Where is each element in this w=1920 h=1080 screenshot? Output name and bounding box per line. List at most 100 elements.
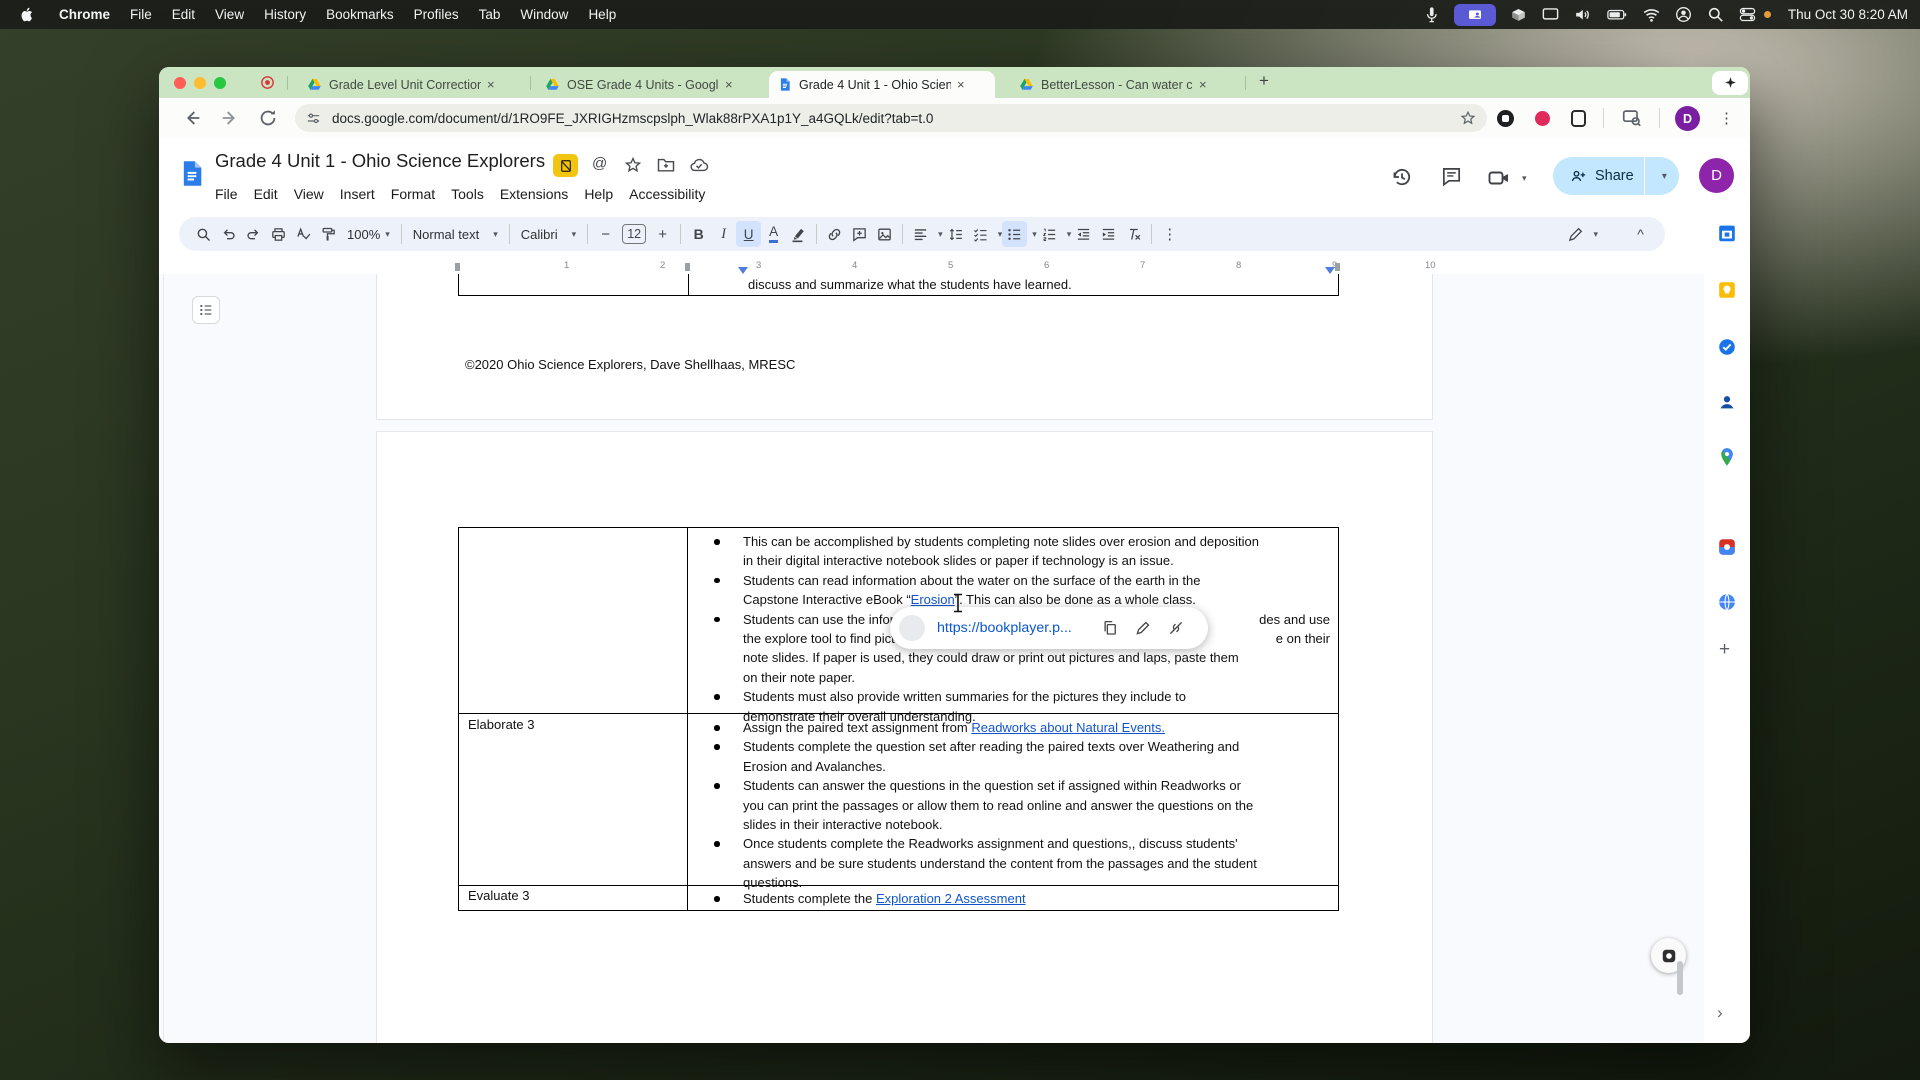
- line-spacing-button[interactable]: [943, 221, 968, 247]
- undo-button[interactable]: [216, 221, 241, 247]
- browser-profile-avatar[interactable]: D: [1675, 106, 1700, 131]
- document-page-2[interactable]: This can be accomplished by students com…: [376, 431, 1433, 1043]
- close-tab-icon[interactable]: ×: [725, 78, 733, 91]
- menubar-app-name[interactable]: Chrome: [49, 7, 120, 22]
- highlight-color-button[interactable]: [786, 221, 811, 247]
- control-center-icon[interactable]: [1738, 5, 1757, 24]
- bold-button[interactable]: B: [686, 221, 711, 247]
- apple-menu-icon[interactable]: [20, 6, 35, 23]
- get-addons-button[interactable]: +: [1719, 639, 1730, 661]
- tab-grade-level-unit-corrections[interactable]: Grade Level Unit Corrections ×: [298, 71, 518, 98]
- menubar-item-window[interactable]: Window: [510, 7, 578, 22]
- wifi-icon[interactable]: [1642, 5, 1661, 24]
- menu-bar-clock[interactable]: Thu Oct 30 8:20 AM: [1788, 7, 1908, 22]
- extension-red-icon[interactable]: [1535, 111, 1550, 126]
- menubar-item-edit[interactable]: Edit: [162, 7, 205, 22]
- underline-button[interactable]: U: [736, 221, 761, 247]
- meet-video-icon[interactable]: [1487, 166, 1511, 190]
- menubar-item-profiles[interactable]: Profiles: [404, 7, 469, 22]
- erosion-link[interactable]: Erosion: [911, 592, 955, 607]
- docs-menu-view[interactable]: View: [286, 184, 332, 204]
- hide-side-panel-chevron-icon[interactable]: ›: [1717, 1003, 1723, 1023]
- star-document-icon[interactable]: [623, 155, 643, 175]
- globe-addon-icon[interactable]: [1716, 591, 1738, 613]
- screen-sharing-indicator-icon[interactable]: [1454, 4, 1496, 26]
- table-column-marker[interactable]: [455, 263, 460, 271]
- spelling-check-button[interactable]: [291, 221, 316, 247]
- share-button[interactable]: Share ▾: [1553, 157, 1679, 195]
- site-settings-icon[interactable]: [305, 110, 322, 127]
- link-popup-url[interactable]: https://bookplayer.p...: [937, 620, 1072, 636]
- menubar-item-view[interactable]: View: [205, 7, 254, 22]
- decrease-font-size-button[interactable]: −: [593, 221, 618, 247]
- increase-indent-button[interactable]: [1096, 221, 1121, 247]
- table-quick-actions-button[interactable]: [192, 296, 220, 324]
- menubar-item-bookmarks[interactable]: Bookmarks: [316, 7, 404, 22]
- browser-menu-button[interactable]: ⋮: [1719, 109, 1734, 127]
- tab-organizer-button[interactable]: [1712, 71, 1748, 95]
- meet-caret-icon[interactable]: ▾: [1522, 173, 1527, 184]
- table-column-marker[interactable]: [685, 263, 690, 271]
- keep-icon[interactable]: [1716, 279, 1738, 301]
- docs-menu-help[interactable]: Help: [576, 184, 621, 204]
- url-text[interactable]: docs.google.com/document/d/1RO9FE_JXRIGH…: [332, 111, 1459, 126]
- user-account-icon[interactable]: [1674, 5, 1693, 24]
- docs-menu-file[interactable]: File: [207, 184, 246, 204]
- decrease-indent-button[interactable]: [1071, 221, 1096, 247]
- docs-menu-insert[interactable]: Insert: [332, 184, 383, 204]
- extension-square-icon[interactable]: [1571, 110, 1586, 127]
- comments-icon[interactable]: [1440, 165, 1463, 188]
- document-scrollbar[interactable]: [1677, 961, 1683, 995]
- text-color-button[interactable]: A: [761, 221, 786, 247]
- document-page-1[interactable]: discuss and summarize what the students …: [376, 274, 1433, 420]
- microphone-icon[interactable]: [1422, 5, 1441, 24]
- extension-dark-icon[interactable]: [1497, 110, 1514, 127]
- font-size-field[interactable]: 12: [622, 224, 646, 244]
- left-indent-marker[interactable]: [738, 267, 748, 274]
- tab-grade-4-unit-1-active[interactable]: Grade 4 Unit 1 - Ohio Science ×: [769, 71, 995, 98]
- calendar-icon[interactable]: [1716, 222, 1738, 244]
- copy-link-icon[interactable]: [1101, 619, 1119, 637]
- maps-icon[interactable]: [1716, 446, 1738, 468]
- display-icon[interactable]: [1541, 5, 1560, 24]
- close-window-button[interactable]: [174, 77, 186, 89]
- editing-mode-caret-icon[interactable]: ▾: [1593, 229, 1598, 240]
- bulleted-list-button[interactable]: [1002, 221, 1027, 247]
- editing-mode-button[interactable]: [1563, 221, 1588, 247]
- horizontal-ruler[interactable]: 1 2 3 4 5 6 7 8 9 10: [159, 258, 1704, 274]
- document-title[interactable]: Grade 4 Unit 1 - Ohio Science Explorers: [215, 150, 545, 172]
- zoom-select[interactable]: 100% ▾: [341, 227, 396, 242]
- docs-menu-format[interactable]: Format: [383, 184, 443, 204]
- spotlight-search-icon[interactable]: [1706, 5, 1725, 24]
- reload-button[interactable]: [257, 107, 279, 129]
- toolbar-search-icon[interactable]: [191, 221, 216, 247]
- document-canvas[interactable]: discuss and summarize what the students …: [159, 274, 1704, 1043]
- forward-button[interactable]: [219, 107, 241, 129]
- menubar-item-help[interactable]: Help: [578, 7, 626, 22]
- minimize-window-button[interactable]: [194, 77, 206, 89]
- redo-button[interactable]: [241, 221, 266, 247]
- close-tab-icon[interactable]: ×: [1199, 78, 1207, 91]
- close-tab-icon[interactable]: ×: [957, 78, 965, 91]
- move-to-folder-icon[interactable]: [656, 155, 676, 175]
- edit-link-icon[interactable]: [1134, 619, 1152, 637]
- align-button[interactable]: [908, 221, 933, 247]
- extension-badge-icon[interactable]: [553, 154, 578, 177]
- collapse-toolbar-button[interactable]: ^: [1628, 221, 1653, 247]
- menubar-item-history[interactable]: History: [254, 7, 316, 22]
- address-bar[interactable]: docs.google.com/document/d/1RO9FE_JXRIGH…: [295, 104, 1487, 132]
- paragraph-style-select[interactable]: Normal text ▾: [407, 227, 504, 242]
- exploration-assessment-link[interactable]: Exploration 2 Assessment: [876, 891, 1026, 906]
- contacts-icon[interactable]: [1716, 391, 1738, 413]
- version-history-icon[interactable]: [1389, 165, 1413, 189]
- tab-betterlesson[interactable]: BetterLesson - Can water cha ×: [1010, 71, 1231, 98]
- new-tab-button[interactable]: +: [1259, 71, 1269, 91]
- docs-menu-edit[interactable]: Edit: [246, 184, 286, 204]
- increase-font-size-button[interactable]: +: [650, 221, 675, 247]
- zoom-window-button[interactable]: [214, 77, 226, 89]
- font-family-select[interactable]: Calibri ▾: [515, 227, 582, 242]
- bookmark-star-icon[interactable]: [1459, 109, 1477, 127]
- addon-icon[interactable]: [1716, 536, 1738, 558]
- document-status-cloud-icon[interactable]: [689, 155, 709, 175]
- share-dropdown-icon[interactable]: ▾: [1650, 171, 1679, 182]
